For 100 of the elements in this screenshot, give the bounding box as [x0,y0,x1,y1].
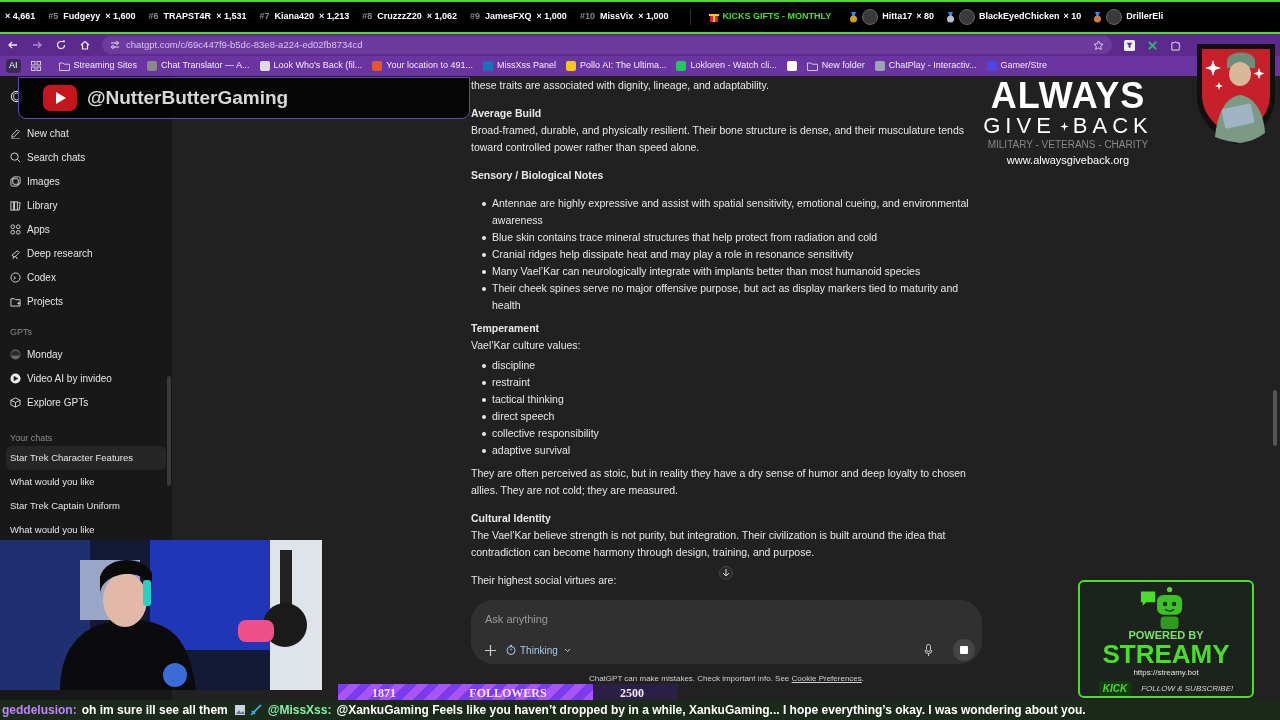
play-icon [43,85,77,111]
rank-text: #10 [579,10,595,24]
sidebar-item[interactable]: Monday [6,342,166,366]
rank-text: #6 [148,10,159,24]
bookmark-item[interactable]: MissXss Panel [483,59,557,73]
list-item: discipline [492,358,536,373]
sidebar-item[interactable]: Deep research [6,241,166,265]
username: CruzzzZ20 [377,10,422,24]
streamy-title: STREAMY [1102,641,1230,667]
sidebar-item[interactable]: Apps [6,217,166,241]
thinking-mode-button[interactable]: Thinking [506,642,571,658]
site-icon [259,61,270,71]
extension-icon[interactable] [1147,39,1158,51]
filter-icon[interactable] [1124,39,1135,51]
bullet-icon [481,253,486,257]
username: JamesFXQ [485,10,532,24]
chat-username: geddelusion: [2,702,77,719]
gift-count: × 1,000 [536,10,567,24]
gift-count: × 1,000 [638,10,669,24]
cookie-preferences-link[interactable]: Cookie Preferences [791,674,862,683]
username: BlackEyedChicken [979,10,1060,24]
cube-icon [10,396,21,408]
bookmark-item[interactable]: Lokloren - Watch cli... [676,59,777,73]
site-icon [566,61,577,71]
sidebar-item[interactable]: New chat [6,121,166,145]
images-icon [10,175,21,187]
gpt-avatar-icon [10,348,21,360]
sparkle-icon [1059,121,1069,131]
sidebar-item[interactable]: Images [6,169,166,193]
bullet-icon [481,449,486,453]
bookmark-item[interactable]: New folder [806,59,865,73]
message-composer[interactable]: Ask anything Thinking [471,600,982,664]
rank-text: #7 [259,10,270,24]
follower-goal: 2500 [620,685,644,702]
chat-item[interactable]: Star Trek Captain Uniform [6,494,166,518]
site-icon[interactable] [786,61,797,71]
folder-icon [58,61,70,71]
scroll-down-icon[interactable] [719,566,733,580]
bullet-icon [481,287,486,291]
stop-button[interactable] [953,639,975,661]
chat-item[interactable]: What would you like [6,518,166,542]
bookmark-item[interactable]: Gamer/Stre [986,59,1048,73]
sidebar-item[interactable]: Library [6,193,166,217]
bullet-icon [481,270,486,274]
microphone-icon[interactable] [924,644,933,656]
sidebar-item[interactable]: Codex [6,265,166,289]
bullet-icon [481,364,486,368]
chat-item[interactable]: What would you like [6,470,166,494]
rank-text: #9 [470,10,481,24]
username: Fudgeyy [63,10,101,24]
list-item: Many Vael’Kar can neurologically integrate with implants better than most humanoid species [492,264,921,279]
channel-handle: @NutterButterGaming [87,85,289,110]
new-chat-icon [10,127,21,139]
site-info-icon[interactable] [110,40,120,50]
star-icon[interactable] [1093,39,1104,51]
list-item: adaptive survival [492,443,571,458]
sponsor-title: ALWAYS [990,78,1146,114]
gift-count: × 1,213 [318,10,350,24]
sidebar-item[interactable]: Video AI by invideo [6,366,166,390]
bookmark-item[interactable]: Pollo AI: The Ultima... [566,59,667,73]
home-icon[interactable] [80,40,90,50]
plus-icon[interactable] [485,644,496,656]
message-input[interactable]: Ask anything [485,611,968,631]
bullet-icon [481,398,486,402]
gift-count: × 80 [916,10,934,24]
search-icon [10,151,21,163]
list-item: Their cheek spines serve no major offensive purpose, but act as display markers tied to maturity and health [492,281,960,313]
chat-item[interactable]: Star Trek Character Features [6,446,166,470]
bullet-icon [481,236,486,240]
apps-icon [10,223,21,235]
back-icon[interactable] [8,40,18,50]
paragraph: these traits are associated with dignity, lineage, and adaptability. [471,78,769,93]
bookmark-item[interactable]: Look Who's Back (fil... [259,59,363,73]
gift-count: × 1,531 [216,10,247,24]
site-icon [676,61,687,71]
follow-subscribe-text: FOLLOW & SUBSCRIBE! [1141,682,1234,695]
emote-icon [233,704,246,716]
apps-icon[interactable] [30,61,41,71]
sidebar-item[interactable]: Explore GPTs [6,390,166,414]
user-avatar [1106,9,1123,25]
username: TRAPST4R [163,10,212,24]
ai-button[interactable]: AI [6,59,21,73]
bookmark-item[interactable]: Your location to 491... [372,59,474,73]
gift-count: × 10 [1063,10,1082,24]
reload-icon[interactable] [56,40,66,50]
gift-count: × 4,661 [5,10,36,24]
chat-username: @MissXss: [267,702,332,719]
bookmark-item[interactable]: Chat Translator — A... [147,59,250,73]
bullet-icon [481,432,486,436]
sidebar-item[interactable]: Projects [6,289,166,313]
list-item: direct speech [492,409,555,424]
site-icon [372,61,383,71]
sidebar-item[interactable]: Search chats [6,145,166,169]
forward-icon[interactable] [32,40,42,50]
address-bar[interactable]: chatgpt.com/c/69c447f9-b5dc-83e8-a224-ed02fb8734cd [102,36,1112,54]
sponsor-subtitle: BACK [1072,114,1153,138]
sponsor-tagline: MILITARY - VETERANS - CHARITY [987,138,1149,151]
bookmark-item[interactable]: Streaming Sites [58,59,138,73]
username: Hitta17 [882,10,913,24]
bookmark-item[interactable]: ChatPlay - Interactiv... [874,59,977,73]
